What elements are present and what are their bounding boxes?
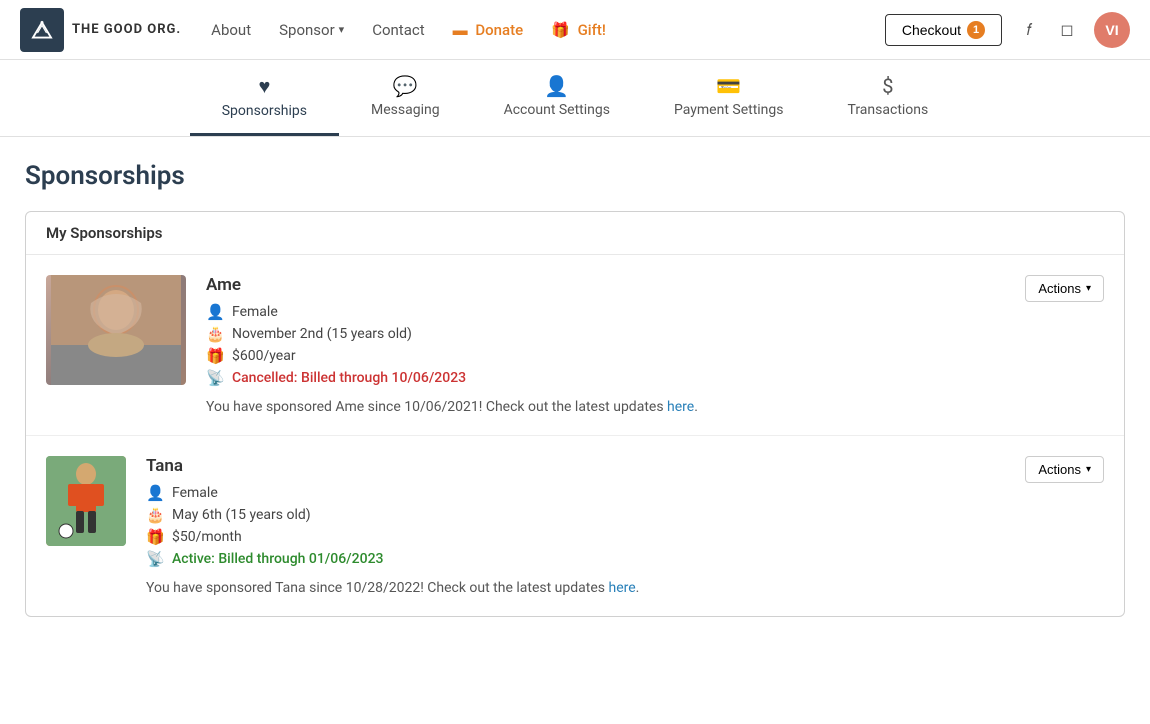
sponsorships-tab-icon: ♥ [258, 74, 270, 99]
ame-amount-row: 🎁 $600/year [206, 347, 1009, 365]
tab-payment-settings[interactable]: 💳 Payment Settings [642, 60, 816, 136]
ame-status: Cancelled: Billed through 10/06/2023 [232, 370, 466, 386]
card-header: My Sponsorships [26, 212, 1124, 255]
sponsorships-card: My Sponsorships A [25, 211, 1125, 617]
ame-status-row: 📡 Cancelled: Billed through 10/06/2023 [206, 369, 1009, 387]
user-avatar-button[interactable]: VI [1094, 12, 1130, 48]
tana-gender-row: 👤 Female [146, 484, 1009, 502]
payment-settings-tab-icon: 💳 [716, 74, 741, 98]
nav-links: About Sponsor ▾ Contact ▬ Donate 🎁 Gift! [211, 21, 885, 39]
facebook-icon[interactable]: 𝑓 [1018, 19, 1040, 41]
tab-sponsorships[interactable]: ♥ Sponsorships [190, 60, 339, 136]
main-content: Sponsorships My Sponsorships [5, 137, 1145, 657]
ame-birthday-row: 🎂 November 2nd (15 years old) [206, 325, 1009, 343]
ame-actions-button[interactable]: Actions ▾ [1025, 275, 1104, 302]
ame-name: Ame [206, 275, 1009, 295]
nav-about[interactable]: About [211, 21, 251, 39]
brand-name: THE GOOD ORG. [72, 22, 181, 37]
nav-right: Checkout 1 𝑓 ◻ VI [885, 12, 1130, 48]
navbar: THE GOOD ORG. About Sponsor ▾ Contact ▬ … [0, 0, 1150, 60]
tana-details: 👤 Female 🎂 May 6th (15 years old) 🎁 $50/… [146, 484, 1009, 568]
tana-actions: Actions ▾ [1009, 456, 1104, 483]
tab-messaging[interactable]: 💬 Messaging [339, 60, 472, 136]
birthday-icon: 🎂 [206, 325, 224, 343]
messaging-tab-icon: 💬 [393, 74, 418, 98]
tana-note: You have sponsored Tana since 10/28/2022… [146, 580, 1009, 596]
tana-name: Tana [146, 456, 1009, 476]
tana-status-row: 📡 Active: Billed through 01/06/2023 [146, 550, 1009, 568]
gender-icon: 👤 [206, 303, 224, 321]
instagram-icon[interactable]: ◻ [1056, 19, 1078, 41]
ame-note: You have sponsored Ame since 10/06/2021!… [206, 399, 1009, 415]
tana-status-icon: 📡 [146, 550, 164, 568]
nav-contact[interactable]: Contact [372, 21, 424, 39]
tana-birthday-row: 🎂 May 6th (15 years old) [146, 506, 1009, 524]
brand[interactable]: THE GOOD ORG. [20, 8, 181, 52]
tana-actions-button[interactable]: Actions ▾ [1025, 456, 1104, 483]
gift-icon: 🎁 [551, 21, 570, 39]
page-title: Sponsorships [25, 161, 1125, 191]
tana-amount-icon: 🎁 [146, 528, 164, 546]
ame-details: 👤 Female 🎂 November 2nd (15 years old) 🎁… [206, 303, 1009, 387]
tana-actions-caret-icon: ▾ [1086, 464, 1091, 475]
account-settings-tab-icon: 👤 [544, 74, 569, 98]
tab-account-settings[interactable]: 👤 Account Settings [472, 60, 642, 136]
ame-actions-caret-icon: ▾ [1086, 283, 1091, 294]
nav-gift[interactable]: 🎁 Gift! [551, 21, 606, 39]
ame-gender-row: 👤 Female [206, 303, 1009, 321]
ame-note-link[interactable]: here [667, 399, 694, 415]
tana-note-link[interactable]: here [608, 580, 635, 596]
status-icon: 📡 [206, 369, 224, 387]
ame-actions: Actions ▾ [1009, 275, 1104, 302]
sponsor-caret-icon: ▾ [339, 23, 345, 36]
brand-logo-icon [20, 8, 64, 52]
checkout-badge: 1 [967, 21, 985, 39]
tabs-bar: ♥ Sponsorships 💬 Messaging 👤 Account Set… [0, 60, 1150, 137]
tana-amount-row: 🎁 $50/month [146, 528, 1009, 546]
amount-icon: 🎁 [206, 347, 224, 365]
tana-photo [46, 456, 126, 546]
tana-birthday-icon: 🎂 [146, 506, 164, 524]
tana-gender-icon: 👤 [146, 484, 164, 502]
sponsorship-item-ame: Ame 👤 Female 🎂 November 2nd (15 years ol… [26, 255, 1124, 436]
nav-donate[interactable]: ▬ Donate [453, 21, 524, 39]
donate-icon: ▬ [453, 21, 468, 39]
ame-photo [46, 275, 186, 385]
tab-transactions[interactable]: $ Transactions [816, 60, 961, 136]
nav-sponsor[interactable]: Sponsor ▾ [279, 21, 344, 39]
ame-content: Ame 👤 Female 🎂 November 2nd (15 years ol… [206, 275, 1009, 415]
checkout-button[interactable]: Checkout 1 [885, 14, 1002, 46]
tana-status: Active: Billed through 01/06/2023 [172, 551, 383, 567]
sponsorship-item-tana: Tana 👤 Female 🎂 May 6th (15 years old) 🎁… [26, 436, 1124, 616]
transactions-tab-icon: $ [882, 74, 893, 98]
tana-content: Tana 👤 Female 🎂 May 6th (15 years old) 🎁… [146, 456, 1009, 596]
